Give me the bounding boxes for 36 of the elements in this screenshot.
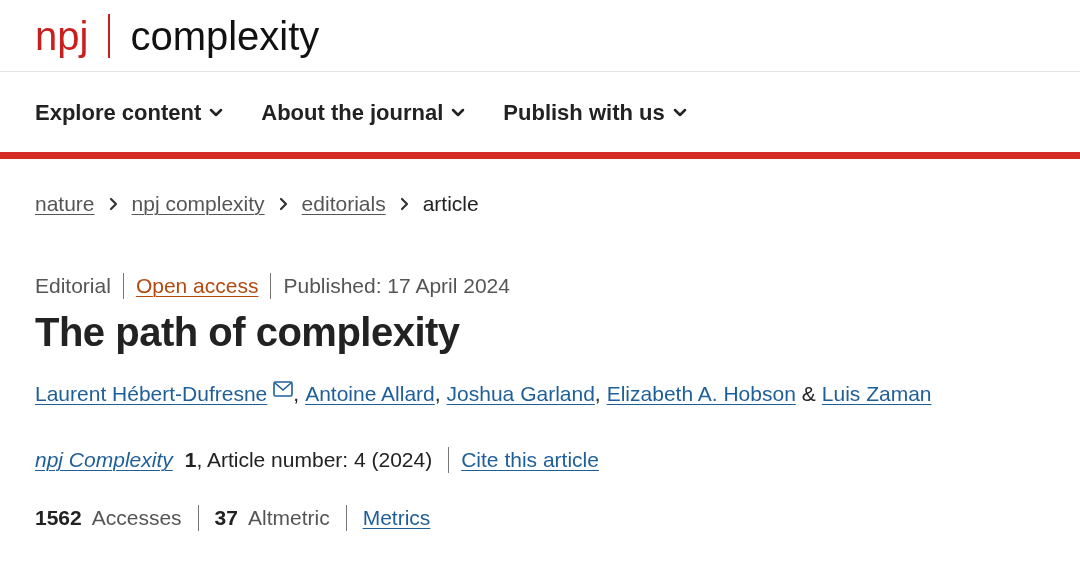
- author-separator: &: [801, 381, 816, 408]
- nav-menu-item[interactable]: About the journal: [261, 95, 466, 129]
- chevron-right-icon: [108, 197, 118, 211]
- chevron-right-icon: [399, 197, 409, 211]
- article-type: Editorial: [35, 273, 111, 300]
- published-date: Published: 17 April 2024: [283, 273, 510, 300]
- cite-article-link[interactable]: Cite this article: [461, 444, 599, 476]
- metrics-link[interactable]: Metrics: [362, 502, 431, 534]
- author-separator: ,: [434, 381, 441, 408]
- breadcrumb-link[interactable]: nature: [35, 188, 95, 220]
- author-link[interactable]: Laurent Hébert-Dufresne: [35, 378, 268, 410]
- journal-link[interactable]: npj Complexity: [35, 444, 173, 476]
- open-access-link[interactable]: Open access: [135, 270, 259, 302]
- chevron-down-icon: [451, 107, 466, 117]
- chevron-down-icon: [672, 107, 687, 117]
- nav-menu-item[interactable]: Publish with us: [503, 95, 687, 129]
- author-link[interactable]: Luis Zaman: [821, 378, 932, 410]
- metric-stat: 1562 Accesses: [35, 505, 182, 532]
- chevron-right-icon: [278, 197, 288, 211]
- author-link[interactable]: Antoine Allard: [305, 378, 435, 410]
- volume-number: 1: [184, 447, 197, 474]
- breadcrumb-current: article: [422, 191, 479, 218]
- mail-icon[interactable]: [273, 381, 294, 397]
- journal-logo-name[interactable]: complexity: [130, 15, 320, 56]
- metric-stat: 37 Altmetric: [214, 505, 330, 532]
- author-separator: ,: [594, 381, 601, 408]
- breadcrumb-link[interactable]: editorials: [301, 188, 386, 220]
- article-title: The path of complexity: [35, 309, 461, 356]
- breadcrumb-link[interactable]: npj complexity: [131, 188, 265, 220]
- chevron-down-icon: [209, 107, 224, 117]
- article-number: , Article number: 4 (2024): [196, 447, 433, 474]
- author-link[interactable]: Elizabeth A. Hobson: [606, 378, 796, 410]
- author-link[interactable]: Joshua Garland: [446, 378, 595, 410]
- journal-logo-brand[interactable]: npj: [35, 15, 89, 56]
- nav-menu-item[interactable]: Explore content: [35, 95, 224, 129]
- author-separator: ,: [293, 381, 300, 408]
